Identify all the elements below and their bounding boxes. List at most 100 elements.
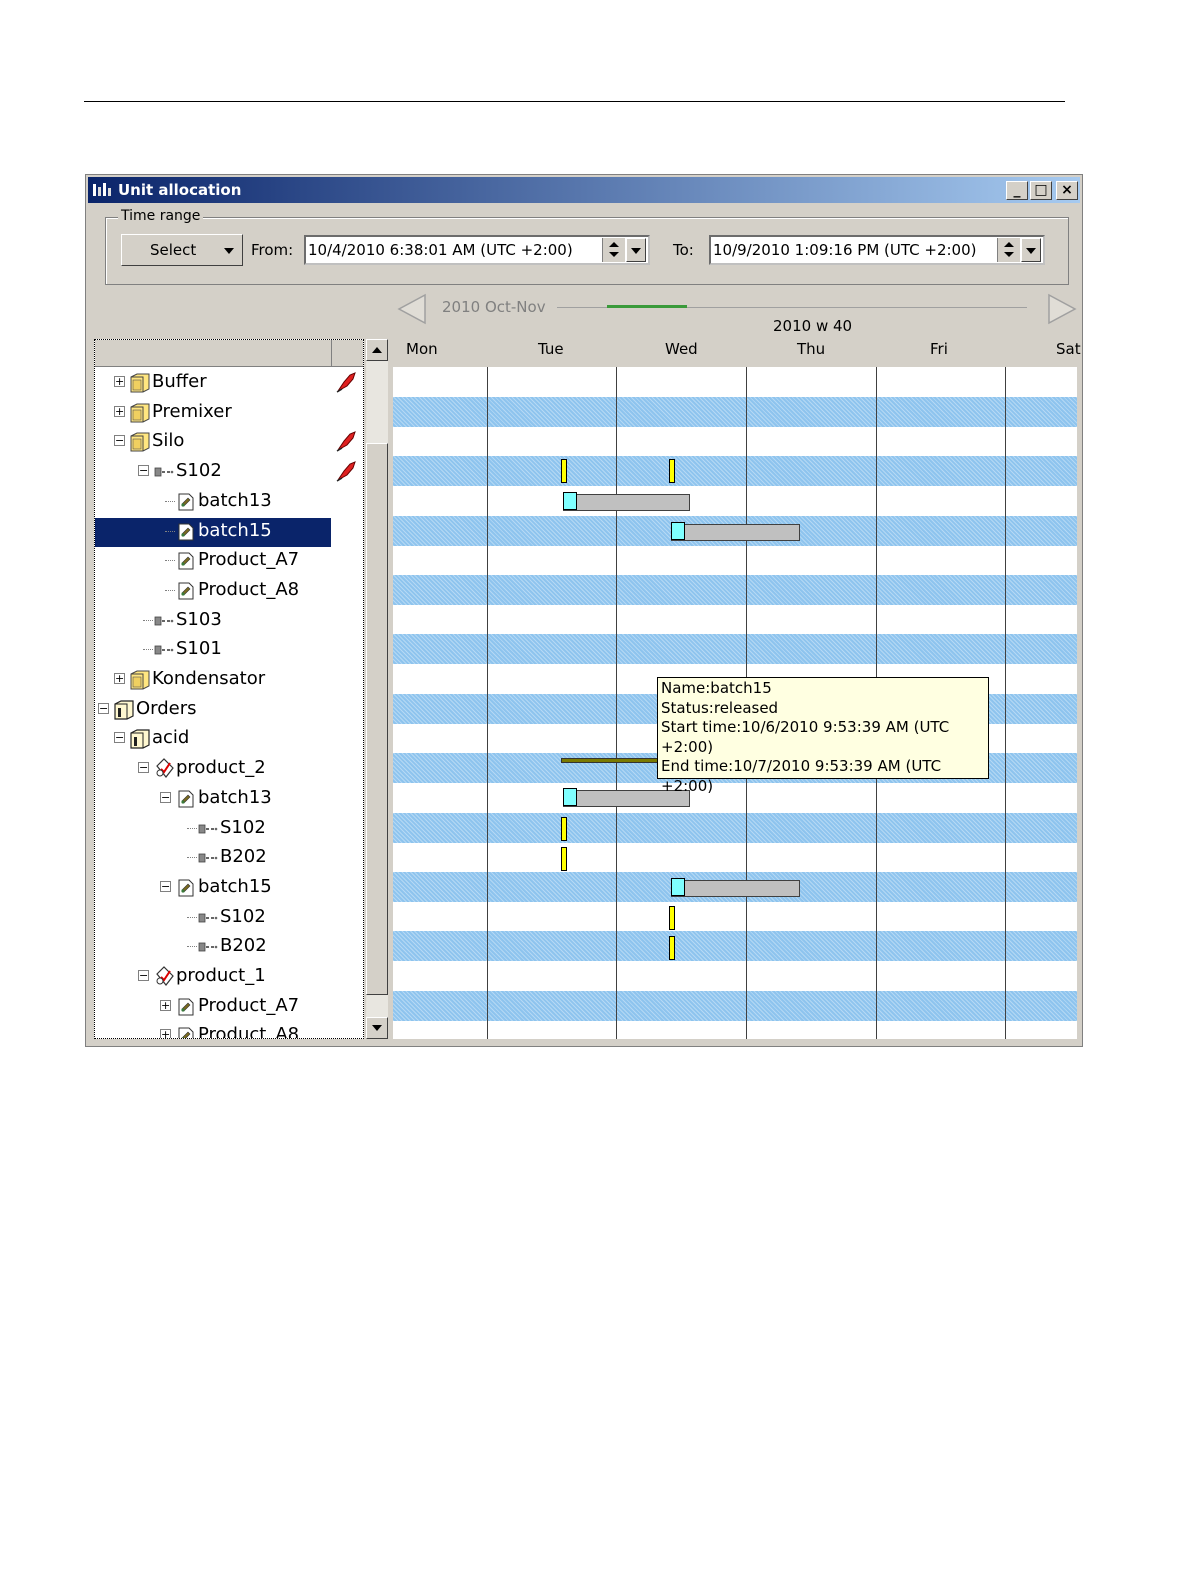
tree-item-product-a8[interactable]: + Product_A8 xyxy=(95,1021,363,1039)
collapse-icon[interactable]: − xyxy=(114,732,125,744)
order-span-line[interactable] xyxy=(561,758,661,763)
to-datetime-value: 10/9/2010 1:09:16 PM (UTC +2:00) xyxy=(713,241,977,259)
batch-bar[interactable] xyxy=(671,880,800,897)
allocation-marker[interactable] xyxy=(669,459,675,483)
scroll-up-button[interactable] xyxy=(366,339,388,361)
tree-item-product-a7[interactable]: + Product_A7 xyxy=(95,992,363,1022)
tree-item-product-1[interactable]: − product_1 xyxy=(95,962,363,992)
tree-item-product-2[interactable]: − product_2 xyxy=(95,754,363,784)
tree-item-batch13[interactable]: − batch13 xyxy=(95,784,363,814)
minimize-button[interactable]: _ xyxy=(1006,181,1028,200)
tree-item-product-a8[interactable]: Product_A8 xyxy=(95,576,363,606)
batch-doc-icon[interactable] xyxy=(563,788,577,806)
tree-item-label: S102 xyxy=(220,905,266,927)
unit-tree[interactable]: + Buffer + Premixer − Silo − S102 batch13 batch15… xyxy=(94,339,364,1039)
tree-item-label: acid xyxy=(152,727,190,749)
scrollbar-thumb[interactable] xyxy=(366,443,388,995)
tree-item-s101[interactable]: S101 xyxy=(95,635,363,665)
order-folder-icon xyxy=(130,728,150,749)
allocation-marker[interactable] xyxy=(561,847,567,871)
collapse-icon[interactable]: − xyxy=(138,970,149,981)
unit-icon xyxy=(198,847,218,868)
scroll-right-arrow-icon[interactable] xyxy=(1045,293,1079,325)
tree-item-label: product_1 xyxy=(176,965,266,986)
alarm-icon[interactable] xyxy=(335,460,357,482)
tree-item-batch15[interactable]: batch15 xyxy=(95,517,363,547)
scroll-down-button[interactable] xyxy=(366,1017,388,1039)
batch-icon xyxy=(176,580,196,601)
folder-icon xyxy=(130,402,150,423)
batch-bar[interactable] xyxy=(563,494,690,511)
collapse-icon[interactable]: − xyxy=(98,702,109,714)
close-button[interactable]: × xyxy=(1056,181,1078,200)
expand-icon[interactable]: + xyxy=(160,999,171,1011)
expand-icon[interactable]: + xyxy=(160,1029,171,1038)
tooltip-line-start-cont: +2:00) xyxy=(661,737,714,756)
tree-item-batch13[interactable]: batch13 xyxy=(95,487,363,517)
tree-vertical-scrollbar[interactable] xyxy=(366,339,388,1039)
tree-item-product-a7[interactable]: Product_A7 xyxy=(95,546,363,576)
tree-item-acid[interactable]: − acid xyxy=(95,724,363,754)
gantt-chart-area[interactable]: Name:batch15 Status:released Start time:… xyxy=(393,367,1077,1039)
collapse-icon[interactable]: − xyxy=(160,880,171,892)
tree-item-orders[interactable]: − Orders xyxy=(95,695,363,725)
expand-icon[interactable]: + xyxy=(114,405,125,417)
title-bar[interactable]: Unit allocation _ □ × xyxy=(88,177,1080,203)
tree-item-s102[interactable]: − S102 xyxy=(95,457,363,487)
tree-item-silo[interactable]: − Silo xyxy=(95,427,363,457)
tree-connector xyxy=(165,530,175,532)
maximize-button[interactable]: □ xyxy=(1030,181,1052,200)
tree-header xyxy=(95,340,363,367)
from-datetime-field[interactable]: 10/4/2010 6:38:01 AM (UTC +2:00) xyxy=(304,235,650,265)
to-spinner[interactable] xyxy=(997,238,1020,262)
tree-item-buffer[interactable]: + Buffer xyxy=(95,368,363,398)
batch-doc-icon[interactable] xyxy=(563,492,577,510)
from-spinner[interactable] xyxy=(602,238,625,262)
collapse-icon[interactable]: − xyxy=(138,465,149,477)
day-label-sat: Sat xyxy=(1056,340,1081,358)
alarm-icon[interactable] xyxy=(335,371,357,393)
allocation-marker[interactable] xyxy=(561,817,567,841)
tree-item-batch15[interactable]: − batch15 xyxy=(95,873,363,903)
from-calendar-dropdown[interactable] xyxy=(626,238,646,262)
batch-doc-icon[interactable] xyxy=(671,878,685,896)
expand-icon[interactable]: + xyxy=(114,376,125,387)
tree-item-b202[interactable]: B202 xyxy=(95,932,363,962)
unit-icon xyxy=(198,936,218,957)
tree-item-label: Kondensator xyxy=(152,668,266,689)
batch-doc-icon[interactable] xyxy=(671,522,685,540)
gantt-row-band xyxy=(393,990,1077,1021)
tree-item-label: S101 xyxy=(176,638,222,660)
allocation-marker[interactable] xyxy=(561,459,567,483)
allocation-marker[interactable] xyxy=(669,936,675,960)
tree-item-s102[interactable]: S102 xyxy=(95,814,363,844)
select-dropdown-button[interactable]: Select xyxy=(121,234,243,266)
tree-item-b202[interactable]: B202 xyxy=(95,843,363,873)
collapse-icon[interactable]: − xyxy=(138,762,149,774)
tree-item-label: Orders xyxy=(136,697,197,719)
unit-icon xyxy=(198,907,218,928)
batch-icon xyxy=(176,491,196,512)
tree-item-s103[interactable]: S103 xyxy=(95,606,363,636)
gantt-timescale: 2010 Oct-Nov 2010 w 40 Mon Tue Wed Thu F… xyxy=(393,293,1081,367)
day-gridline xyxy=(1005,367,1006,1039)
collapse-icon[interactable]: − xyxy=(160,791,171,803)
alarm-icon[interactable] xyxy=(335,430,357,453)
tree-item-label: Premixer xyxy=(152,400,232,422)
tree-connector xyxy=(165,589,175,591)
expand-icon[interactable]: + xyxy=(114,673,125,684)
tree-item-premixer[interactable]: + Premixer xyxy=(95,398,363,428)
collapse-icon[interactable]: − xyxy=(114,435,125,447)
scroll-left-arrow-icon[interactable] xyxy=(395,293,429,325)
week-label: 2010 w 40 xyxy=(773,317,853,335)
order-folder-icon xyxy=(114,699,134,720)
allocation-marker[interactable] xyxy=(669,906,675,930)
batch-bar[interactable] xyxy=(671,524,800,541)
to-datetime-field[interactable]: 10/9/2010 1:09:16 PM (UTC +2:00) xyxy=(709,235,1045,265)
tree-item-label: Product_A8 xyxy=(198,1024,300,1039)
to-calendar-dropdown[interactable] xyxy=(1021,238,1041,262)
month-label: 2010 Oct-Nov xyxy=(442,298,546,316)
timescale-position-indicator[interactable] xyxy=(607,305,687,308)
tree-item-s102[interactable]: S102 xyxy=(95,903,363,933)
tree-item-kondensator[interactable]: + Kondensator xyxy=(95,665,363,695)
